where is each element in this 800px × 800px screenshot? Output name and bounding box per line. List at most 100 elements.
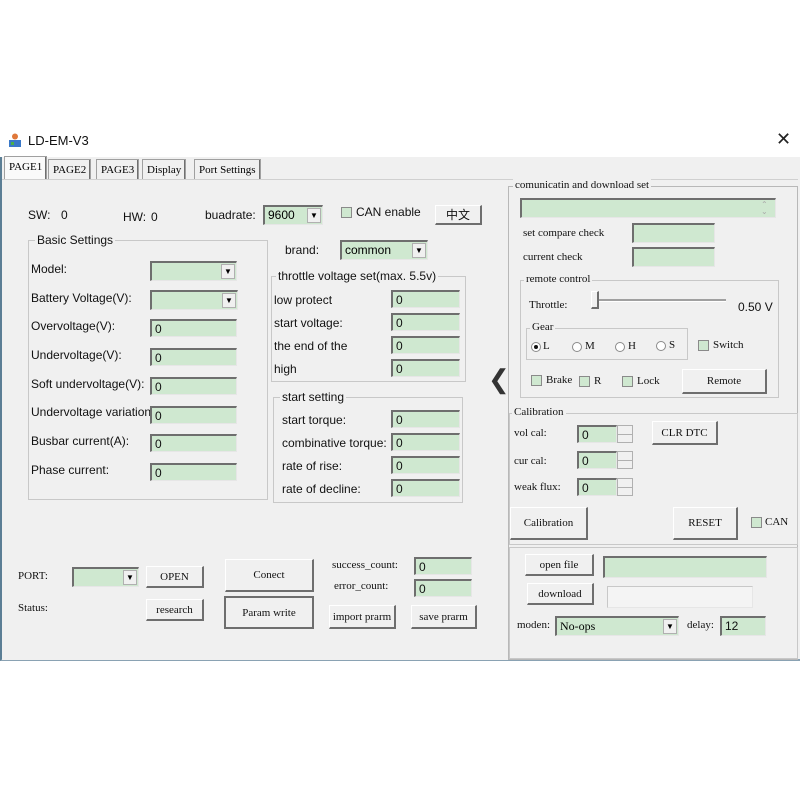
busbar-current-label: Busbar current(A): (31, 434, 130, 448)
error-count-value: 0 (414, 579, 472, 597)
communication-title: comunicatin and download set (513, 179, 652, 191)
weak-flux-spinner[interactable] (617, 478, 633, 496)
current-check-field[interactable] (632, 247, 715, 267)
r-checkbox[interactable] (579, 376, 590, 387)
reset-button[interactable]: RESET (673, 507, 738, 540)
gear-radio-m[interactable] (572, 342, 582, 352)
app-icon (9, 133, 21, 147)
cur-cal-spinner[interactable] (617, 451, 633, 469)
success-count-label: success_count: (332, 559, 398, 571)
throttle-slider-thumb[interactable] (591, 291, 599, 309)
switch-checkbox[interactable] (698, 340, 709, 351)
hw-value: 0 (151, 210, 158, 224)
chevron-down-icon[interactable]: ▼ (412, 243, 426, 258)
tab-page3[interactable]: PAGE3 (96, 159, 140, 179)
lock-checkbox[interactable] (622, 376, 633, 387)
calibration-button[interactable]: Calibration (510, 507, 588, 540)
brand-select[interactable]: common ▼ (340, 240, 428, 260)
research-button[interactable]: research (146, 599, 204, 621)
throttle-slider-track[interactable] (596, 299, 726, 302)
soft-undervoltage-input[interactable]: 0 (150, 377, 237, 395)
window-title: LD-EM-V3 (28, 133, 89, 148)
busbar-current-input[interactable]: 0 (150, 434, 237, 452)
param-write-button[interactable]: Param write (224, 596, 314, 629)
end-voltage-input[interactable]: 0 (391, 336, 460, 354)
phase-current-input[interactable]: 0 (150, 463, 237, 481)
current-check-label: current check (523, 251, 583, 263)
moden-label: moden: (517, 619, 550, 631)
model-select[interactable]: ▼ (150, 261, 237, 281)
brake-checkbox[interactable] (531, 375, 542, 386)
open-button[interactable]: OPEN (146, 566, 204, 588)
overvoltage-label: Overvoltage(V): (31, 319, 116, 333)
close-icon[interactable]: ✕ (776, 130, 791, 148)
moden-value: No-ops (560, 619, 596, 633)
port-select[interactable]: ▼ (72, 567, 139, 587)
baudrate-select[interactable]: 9600 ▼ (263, 205, 323, 225)
battery-voltage-label: Battery Voltage(V): (31, 291, 132, 305)
baudrate-value: 9600 (268, 208, 295, 222)
delay-input[interactable]: 12 (720, 616, 766, 636)
start-torque-input[interactable]: 0 (391, 410, 460, 428)
language-button[interactable]: 中文 (435, 205, 482, 225)
low-protect-label: low protect (274, 293, 333, 307)
open-file-button[interactable]: open file (525, 554, 594, 576)
switch-label: Switch (713, 339, 744, 351)
tab-page1[interactable]: PAGE1 (4, 156, 48, 180)
tab-page2[interactable]: PAGE2 (48, 159, 92, 179)
can-checkbox[interactable] (751, 517, 762, 528)
download-button[interactable]: download (527, 583, 594, 605)
vol-cal-input[interactable]: 0 (577, 425, 617, 443)
undervoltage-variation-input[interactable]: 0 (150, 406, 237, 424)
success-count-value: 0 (414, 557, 472, 575)
chevron-down-icon[interactable]: ▼ (123, 570, 137, 585)
gear-l-label: L (543, 340, 550, 352)
brake-label: Brake (546, 374, 573, 386)
r-label: R (594, 375, 602, 387)
collapse-panel-icon[interactable]: ❮ (488, 364, 510, 394)
connect-button[interactable]: Conect (225, 559, 314, 592)
clr-dtc-button[interactable]: CLR DTC (652, 421, 718, 445)
calibration-title: Calibration (512, 406, 566, 418)
gear-h-label: H (628, 340, 636, 352)
chevron-down-icon[interactable]: ▼ (222, 293, 236, 308)
overvoltage-input[interactable]: 0 (150, 319, 237, 337)
chevron-down-icon[interactable]: ▼ (307, 208, 321, 223)
low-protect-input[interactable]: 0 (391, 290, 460, 308)
undervoltage-variation-label: Undervoltage variation: (31, 405, 155, 419)
combinative-torque-input[interactable]: 0 (391, 433, 460, 451)
gear-radio-h[interactable] (615, 342, 625, 352)
battery-voltage-select[interactable]: ▼ (150, 290, 238, 310)
moden-select[interactable]: No-ops ▼ (555, 616, 679, 636)
set-compare-check-field[interactable] (632, 223, 715, 243)
weak-flux-label: weak flux: (514, 481, 561, 493)
scroll-arrows-icon[interactable]: ⌃ ⌄ (761, 201, 768, 216)
tab-port-settings[interactable]: Port Settings (194, 159, 261, 179)
error-count-label: error_count: (334, 580, 389, 592)
remote-button[interactable]: Remote (682, 369, 767, 394)
throttle-voltage-title: throttle voltage set(max. 5.5v) (276, 269, 439, 283)
weak-flux-input[interactable]: 0 (577, 478, 617, 496)
rate-of-decline-input[interactable]: 0 (391, 479, 460, 497)
communication-message-box[interactable] (520, 198, 776, 218)
undervoltage-input[interactable]: 0 (150, 348, 237, 366)
rate-of-decline-label: rate of decline: (282, 482, 361, 496)
gear-radio-s[interactable] (656, 341, 666, 351)
gear-radio-l[interactable] (531, 342, 541, 352)
chevron-down-icon[interactable]: ▼ (663, 619, 677, 634)
start-setting-title: start setting (280, 390, 347, 404)
vol-cal-spinner[interactable] (617, 425, 633, 443)
rate-of-rise-input[interactable]: 0 (391, 456, 460, 474)
port-label: PORT: (18, 570, 48, 582)
high-input[interactable]: 0 (391, 359, 460, 377)
can-enable-checkbox[interactable] (341, 207, 352, 218)
cur-cal-label: cur cal: (514, 455, 547, 467)
save-param-button[interactable]: save prarm (411, 605, 477, 629)
chevron-down-icon[interactable]: ▼ (221, 264, 235, 279)
start-voltage-input[interactable]: 0 (391, 313, 460, 331)
gear-s-label: S (669, 339, 676, 351)
cur-cal-input[interactable]: 0 (577, 451, 617, 469)
file-path-field[interactable] (603, 556, 767, 578)
import-param-button[interactable]: import prarm (329, 605, 396, 629)
tab-display[interactable]: Display (142, 159, 187, 179)
